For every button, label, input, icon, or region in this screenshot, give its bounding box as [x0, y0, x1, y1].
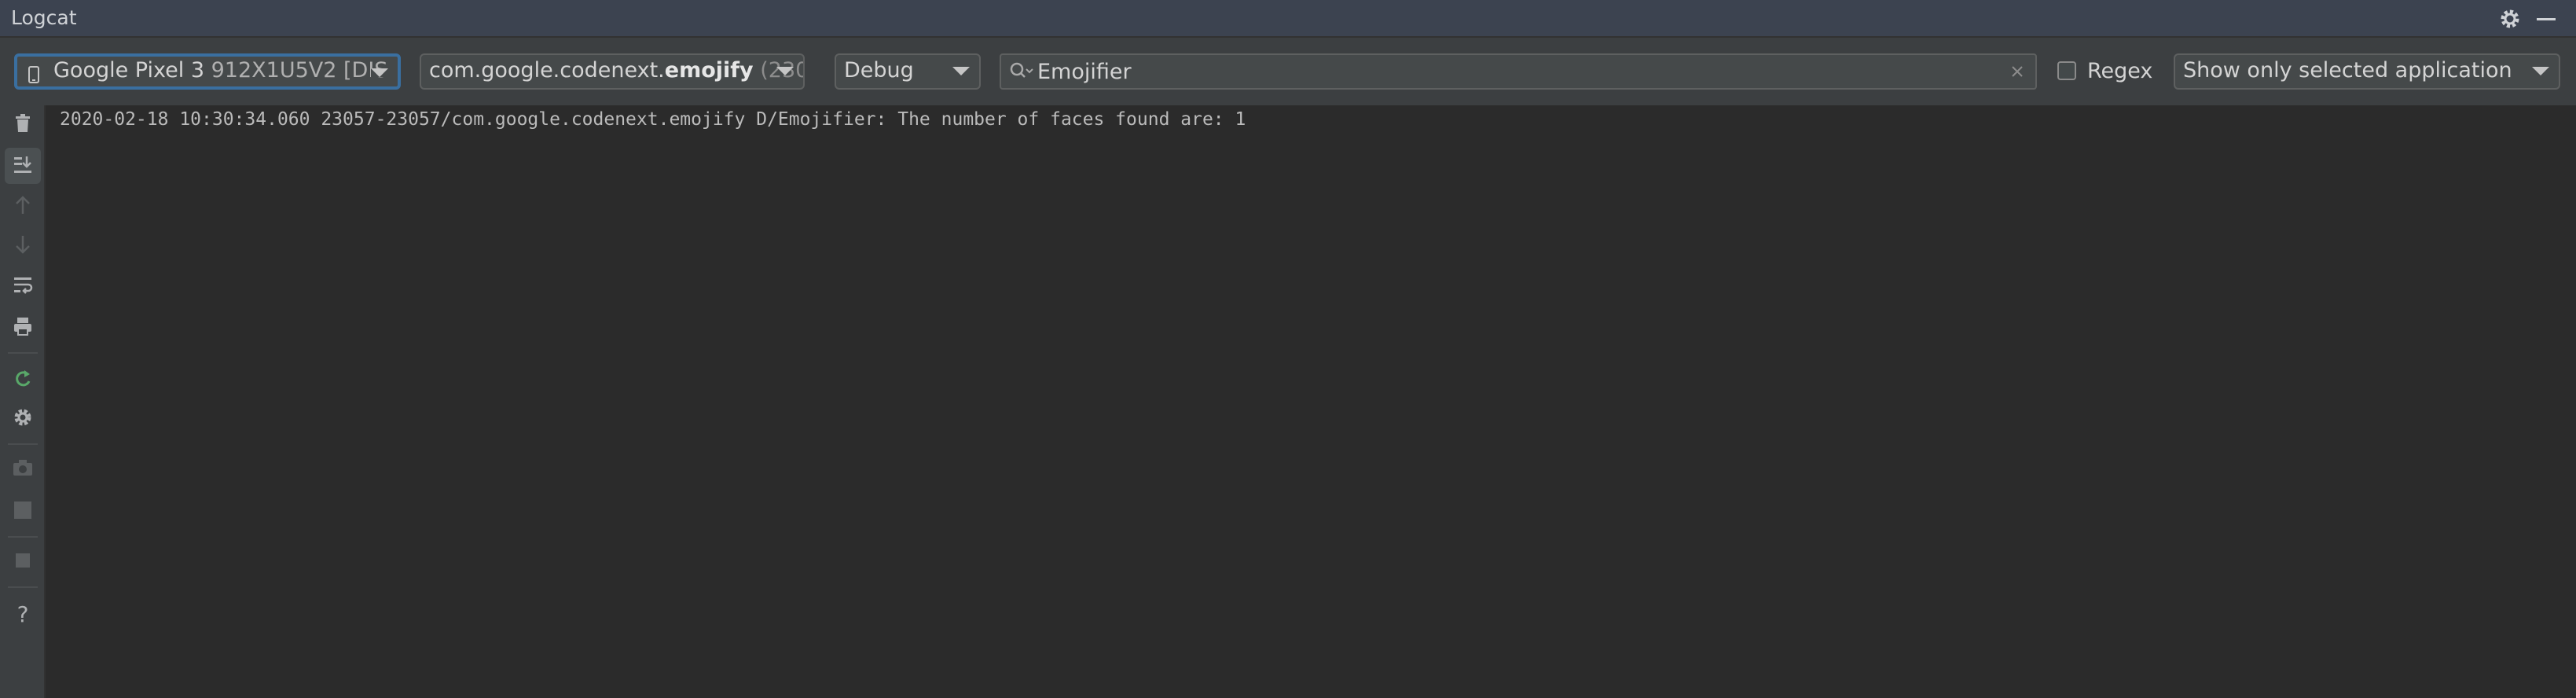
- search-input[interactable]: [1037, 58, 1980, 85]
- sidebar-divider: [8, 352, 38, 354]
- logcat-actions-sidebar: ?: [0, 105, 46, 698]
- logcat-settings-button[interactable]: [5, 401, 41, 437]
- trash-icon: [13, 113, 32, 137]
- tool-window-title: Logcat: [11, 6, 77, 29]
- restart-icon: [13, 368, 33, 391]
- print-button[interactable]: [5, 310, 41, 346]
- stop-icon: [15, 553, 31, 571]
- down-button[interactable]: [5, 228, 41, 264]
- search-icon: [1009, 61, 1034, 85]
- clear-icon[interactable]: [2010, 64, 2024, 82]
- tool-window-header: Logcat: [0, 0, 2576, 38]
- device-name: Google Pixel 3: [53, 58, 205, 83]
- clear-logcat-button[interactable]: [5, 107, 41, 143]
- sidebar-divider: [8, 443, 38, 445]
- camera-icon: [12, 458, 34, 480]
- help-icon: ?: [17, 601, 29, 627]
- help-button[interactable]: ?: [5, 596, 41, 632]
- log-line: 2020-02-18 10:30:34.060 23057-23057/com.…: [60, 109, 1246, 130]
- sidebar-divider: [8, 536, 38, 538]
- printer-icon: [13, 316, 33, 340]
- regex-checkbox[interactable]: [2057, 61, 2076, 80]
- sidebar-divider: [8, 586, 38, 588]
- device-serial: 912X1U5V2 [DIS: [211, 58, 388, 83]
- chevron-down-icon: [2532, 67, 2549, 75]
- up-button[interactable]: [5, 189, 41, 225]
- scroll-to-end-button[interactable]: [5, 148, 41, 184]
- process-package-prefix: com.google.codenext.: [429, 58, 665, 83]
- arrow-down-icon: [14, 234, 31, 258]
- app-filter-value: Show only selected application: [2183, 58, 2512, 83]
- logcat-toolbar: Google Pixel 3 912X1U5V2 [DIS com.google…: [0, 38, 2576, 105]
- screen-record-button[interactable]: [5, 494, 41, 530]
- chevron-down-icon: [776, 67, 794, 75]
- chevron-down-icon: [371, 68, 388, 77]
- regex-label[interactable]: Regex: [2087, 59, 2152, 83]
- phone-icon: [28, 63, 39, 86]
- scroll-to-end-icon: [13, 154, 33, 178]
- terminate-button[interactable]: [5, 544, 41, 580]
- gear-icon: [13, 407, 33, 431]
- process-package-name: emojify: [664, 58, 754, 83]
- search-field: [1000, 53, 2037, 90]
- arrow-up-icon: [14, 195, 31, 219]
- process-dropdown[interactable]: com.google.codenext.emojify (230: [420, 53, 805, 90]
- app-filter-dropdown[interactable]: Show only selected application: [2174, 53, 2560, 90]
- logcat-output[interactable]: 2020-02-18 10:30:34.060 23057-23057/com.…: [46, 105, 2576, 698]
- screen-record-icon: [13, 500, 33, 524]
- device-dropdown[interactable]: Google Pixel 3 912X1U5V2 [DIS: [14, 53, 401, 90]
- soft-wrap-icon: [13, 275, 33, 299]
- chevron-down-icon: [952, 67, 970, 75]
- screen-capture-button[interactable]: [5, 451, 41, 487]
- log-level-dropdown[interactable]: Debug: [835, 53, 981, 90]
- gear-icon[interactable]: [2497, 6, 2523, 31]
- minimize-icon[interactable]: [2534, 6, 2559, 31]
- restart-logcat-button[interactable]: [5, 362, 41, 398]
- log-level-value: Debug: [844, 58, 914, 83]
- soft-wrap-button[interactable]: [5, 269, 41, 305]
